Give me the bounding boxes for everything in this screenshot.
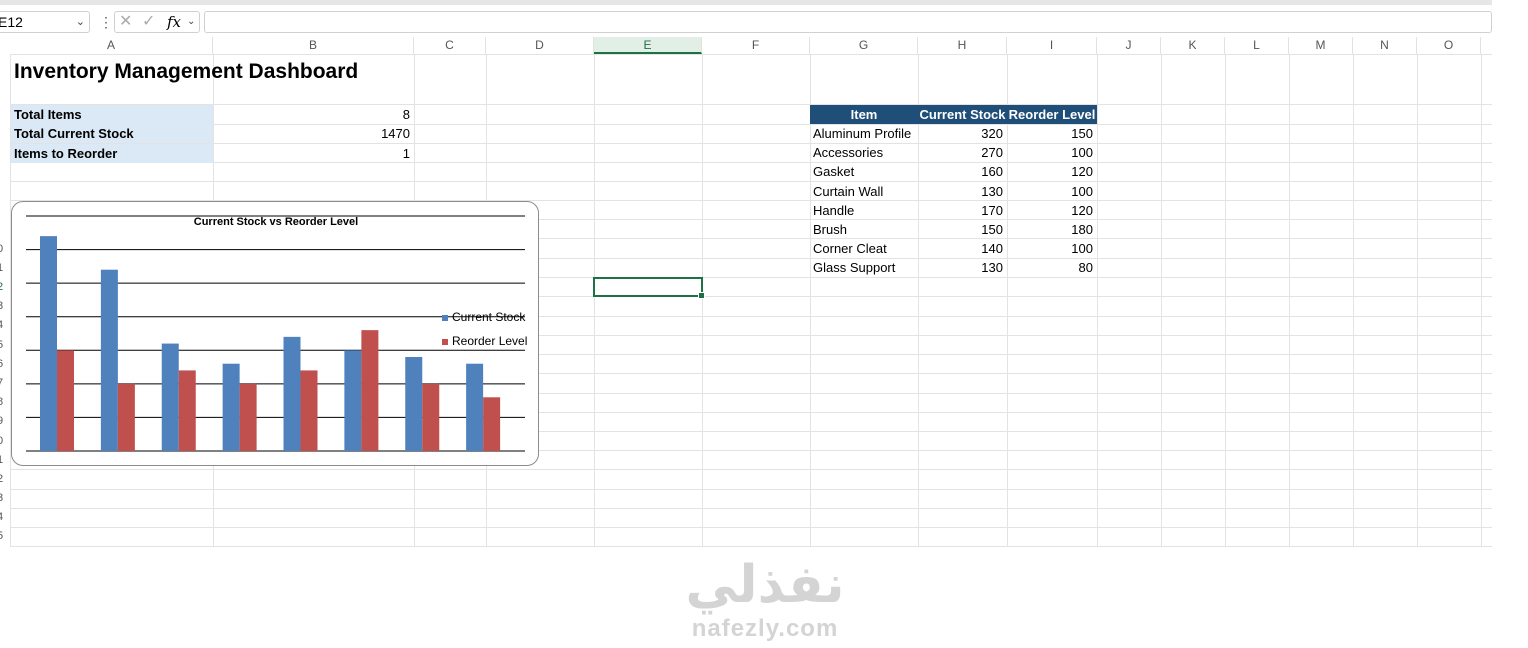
- gridline: [594, 54, 595, 546]
- chart-bar-reorder-level: [117, 383, 135, 451]
- chart-bar-current-stock: [40, 236, 57, 451]
- kpi-label[interactable]: Items to Reorder: [11, 143, 213, 163]
- gridline: [1161, 54, 1162, 546]
- chart-bar-reorder-level: [57, 350, 74, 451]
- selected-cell-e12[interactable]: [593, 277, 705, 299]
- gridline: [10, 489, 1492, 490]
- kpi-value[interactable]: 8: [214, 105, 414, 124]
- gridline: [1097, 54, 1098, 546]
- table-cell[interactable]: 100: [1007, 143, 1097, 162]
- chart-bar-current-stock: [283, 336, 301, 451]
- column-header-i[interactable]: I: [1007, 37, 1097, 54]
- table-cell[interactable]: Handle: [810, 201, 918, 220]
- legend-label: Current Stock: [452, 310, 526, 324]
- table-cell[interactable]: 130: [918, 182, 1007, 201]
- kpi-label[interactable]: Total Items: [11, 105, 213, 124]
- gridline: [10, 181, 1492, 182]
- row-header[interactable]: 2: [0, 473, 13, 485]
- table-cell[interactable]: 100: [1007, 239, 1097, 258]
- gridline: [702, 54, 703, 546]
- chart-canvas: Current Stock vs Reorder Level Current St…: [26, 215, 527, 452]
- column-header-n[interactable]: N: [1353, 37, 1417, 54]
- table-cell[interactable]: Glass Support: [810, 258, 918, 277]
- table-cell[interactable]: 320: [918, 124, 1007, 143]
- chart-bar-reorder-level: [422, 383, 440, 451]
- table-cell[interactable]: 160: [918, 162, 1007, 181]
- kpi-value[interactable]: 1: [214, 144, 414, 163]
- chart-bar-current-stock: [466, 363, 484, 451]
- table-cell[interactable]: Corner Cleat: [810, 239, 918, 258]
- table-cell[interactable]: 180: [1007, 220, 1097, 239]
- chart-bar-reorder-level: [361, 330, 379, 451]
- table-cell[interactable]: 150: [918, 220, 1007, 239]
- table-cell[interactable]: 100: [1007, 182, 1097, 201]
- table-cell[interactable]: 140: [918, 239, 1007, 258]
- column-header-k[interactable]: K: [1161, 37, 1225, 54]
- chart-bar-reorder-level: [483, 397, 501, 451]
- table-cell[interactable]: Aluminum Profile: [810, 124, 918, 143]
- chart-bar-current-stock: [405, 357, 423, 451]
- table-cell[interactable]: 270: [918, 143, 1007, 162]
- watermark: نفذلي nafezly.com: [640, 555, 890, 643]
- watermark-url: nafezly.com: [691, 615, 839, 642]
- column-header-d[interactable]: D: [486, 37, 594, 54]
- gridline: [10, 469, 1492, 470]
- table-cell[interactable]: 170: [918, 201, 1007, 220]
- column-header-g[interactable]: G: [810, 37, 918, 54]
- chart-bar-reorder-level: [178, 370, 196, 451]
- column-header-h[interactable]: H: [918, 37, 1007, 54]
- table-header[interactable]: Reorder Level: [1007, 105, 1097, 124]
- watermark-logo-text: نفذلي: [685, 555, 845, 615]
- chart[interactable]: Current Stock vs Reorder Level Current St…: [11, 201, 539, 466]
- kpi-value[interactable]: 1470: [214, 124, 414, 143]
- gridline: [10, 527, 1492, 528]
- gridline: [1353, 54, 1354, 546]
- page-title: Inventory Management Dashboard: [14, 60, 359, 83]
- chart-bar-reorder-level: [239, 383, 257, 451]
- gridline: [1225, 54, 1226, 546]
- column-header-a[interactable]: A: [10, 37, 213, 54]
- gridline: [1481, 54, 1482, 546]
- table-cell[interactable]: 130: [918, 258, 1007, 277]
- row-header[interactable]: 5: [0, 530, 13, 542]
- gridline: [1417, 54, 1418, 546]
- chart-bar-current-stock: [100, 269, 118, 451]
- kpi-label[interactable]: Total Current Stock: [11, 124, 213, 144]
- gridline: [1289, 54, 1290, 546]
- table-header[interactable]: Item: [810, 105, 918, 124]
- column-header-b[interactable]: B: [213, 37, 414, 54]
- table-cell[interactable]: Gasket: [810, 162, 918, 181]
- chart-bar-current-stock: [161, 343, 179, 451]
- chart-bar-reorder-level: [300, 370, 318, 451]
- column-header-f[interactable]: F: [702, 37, 810, 54]
- column-header-l[interactable]: L: [1225, 37, 1289, 54]
- table-header[interactable]: Current Stock: [918, 105, 1007, 124]
- table-cell[interactable]: 120: [1007, 162, 1097, 181]
- table-cell[interactable]: 80: [1007, 258, 1097, 277]
- chart-bar-current-stock: [344, 350, 362, 451]
- row-header[interactable]: 3: [0, 492, 13, 504]
- legend-swatch: [442, 339, 448, 345]
- table-cell[interactable]: Brush: [810, 220, 918, 239]
- column-header-e[interactable]: E: [594, 37, 702, 54]
- gridline: [10, 508, 1492, 509]
- table-cell[interactable]: Accessories: [810, 143, 918, 162]
- column-header-j[interactable]: J: [1097, 37, 1161, 54]
- gridline: [10, 546, 1492, 547]
- chart-title: Current Stock vs Reorder Level: [194, 216, 358, 228]
- gridline: [10, 54, 1492, 55]
- column-header-o[interactable]: O: [1417, 37, 1481, 54]
- table-cell[interactable]: 120: [1007, 201, 1097, 220]
- legend-label: Reorder Level: [452, 334, 527, 348]
- column-header-m[interactable]: M: [1289, 37, 1353, 54]
- column-header-c[interactable]: C: [414, 37, 486, 54]
- table-cell[interactable]: Curtain Wall: [810, 182, 918, 201]
- table-cell[interactable]: 150: [1007, 124, 1097, 143]
- chart-bar-current-stock: [222, 363, 240, 451]
- legend-swatch: [442, 315, 448, 321]
- row-header[interactable]: 4: [0, 511, 13, 523]
